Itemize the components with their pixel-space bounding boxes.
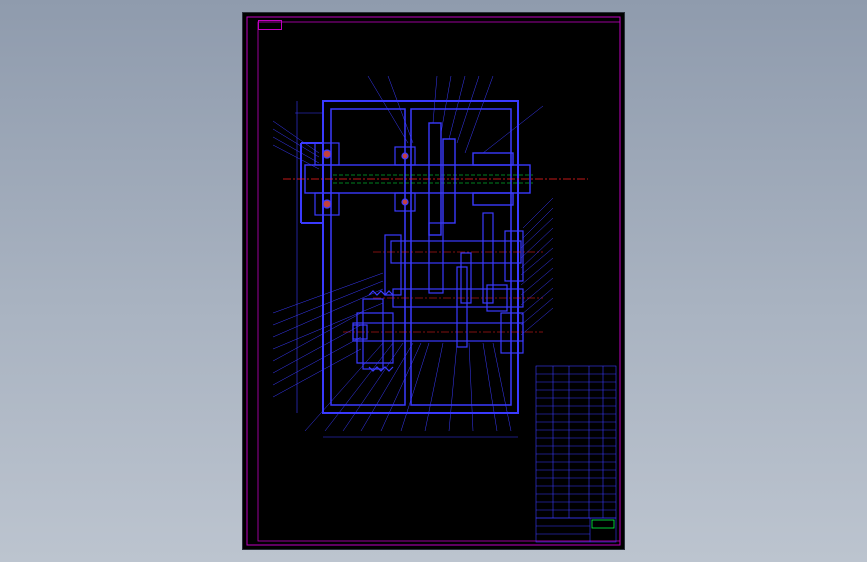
bill-of-materials-table — [535, 365, 617, 519]
technical-requirements — [353, 460, 463, 462]
title-block — [536, 518, 616, 542]
lower-gears — [356, 266, 524, 370]
gearbox-assembly-drawing — [246, 16, 621, 546]
outer-frame — [246, 16, 621, 546]
output-pulley — [352, 290, 394, 372]
inner-frame — [257, 21, 621, 542]
drawing-sheet — [243, 13, 624, 549]
housing-outline — [300, 100, 519, 414]
